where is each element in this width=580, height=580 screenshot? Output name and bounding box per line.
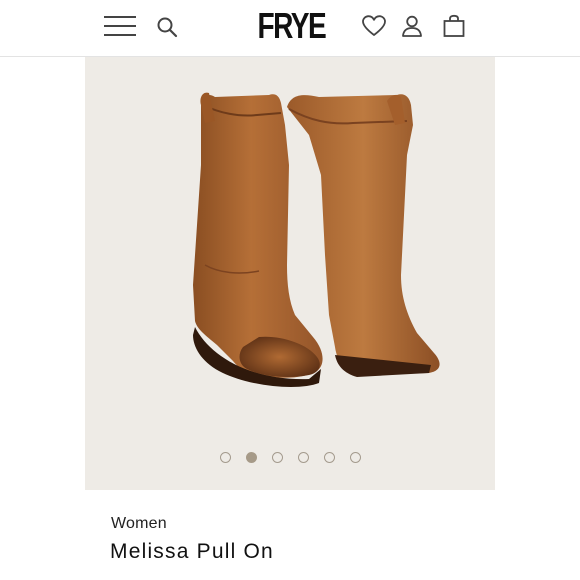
carousel-dot[interactable]: [271, 452, 283, 463]
search-icon[interactable]: [152, 12, 182, 42]
carousel-dot[interactable]: [219, 452, 231, 463]
header: FRYE: [0, 0, 580, 57]
product-title: Melissa Pull On: [110, 540, 274, 563]
brand-logo-text: FRYE: [257, 5, 326, 46]
user-icon[interactable]: [397, 11, 427, 41]
product-image[interactable]: [139, 65, 441, 433]
heart-icon[interactable]: [359, 11, 389, 41]
hamburger-menu-icon[interactable]: [104, 13, 138, 39]
carousel-dot-active[interactable]: [245, 452, 257, 463]
product-category[interactable]: Women: [111, 515, 167, 533]
carousel-indicators: [85, 452, 495, 468]
carousel-dot[interactable]: [349, 452, 361, 463]
shopping-bag-icon[interactable]: [439, 11, 469, 41]
carousel-dot[interactable]: [323, 452, 335, 463]
carousel-dot[interactable]: [297, 452, 309, 463]
product-image-gallery[interactable]: [85, 57, 495, 490]
brand-logo[interactable]: FRYE: [255, 4, 327, 48]
